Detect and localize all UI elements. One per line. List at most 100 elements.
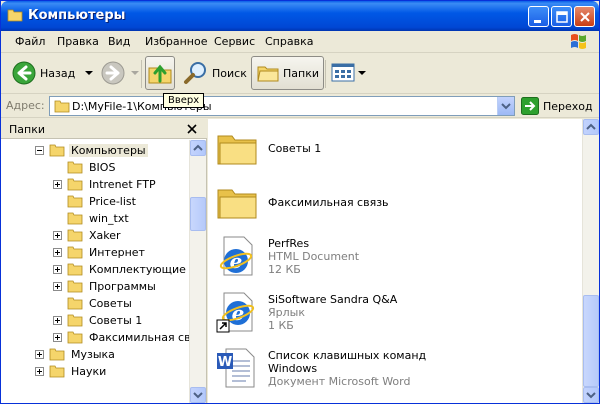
tree-item[interactable]: Науки <box>35 363 108 380</box>
tree-item[interactable]: Комплектующие <box>53 261 188 278</box>
tree-item[interactable]: win_txt <box>67 210 131 227</box>
file-name-line2: Windows <box>268 361 318 375</box>
tree-item[interactable]: Советы <box>67 295 134 312</box>
ie-shortcut-icon: e <box>216 292 255 333</box>
menu-edit[interactable]: Правка <box>57 35 99 48</box>
list-item[interactable]: Факсимильная связь <box>216 181 389 223</box>
list-item[interactable]: e PerfRes HTML Document 12 КБ <box>216 235 359 277</box>
explorer-window: Компьютеры Файл Правка Вид Избранное Сер… <box>0 0 600 404</box>
file-type: Ярлык <box>268 305 305 319</box>
scroll-thumb[interactable] <box>190 197 206 231</box>
search-button[interactable]: Поиск <box>183 56 247 90</box>
file-size: 1 КБ <box>268 318 294 332</box>
tree-item-label: Price-list <box>89 195 136 208</box>
expand-icon[interactable] <box>53 180 62 189</box>
chevron-down-icon[interactable] <box>83 67 95 79</box>
tree-item[interactable]: Интернет <box>53 244 147 261</box>
scroll-up-button[interactable] <box>583 119 599 135</box>
expand-icon[interactable] <box>35 350 44 359</box>
up-button[interactable] <box>145 56 175 90</box>
expand-icon[interactable] <box>53 231 62 240</box>
menu-tools[interactable]: Сервис <box>214 35 255 48</box>
list-item[interactable]: e SiSoftware Sandra Q&A Ярлык 1 КБ <box>216 291 397 333</box>
file-list-scrollbar[interactable] <box>582 119 599 403</box>
folders-scrollbar[interactable] <box>189 140 206 403</box>
folder-icon <box>49 365 65 378</box>
folder-icon <box>217 189 257 219</box>
collapse-icon[interactable] <box>35 146 44 155</box>
expand-icon[interactable] <box>35 367 44 376</box>
ie-document-icon: e <box>219 236 253 276</box>
chevron-down-icon[interactable] <box>357 67 367 79</box>
tree-item[interactable]: Price-list <box>67 193 138 210</box>
minimize-button[interactable] <box>528 6 549 27</box>
tree-item-label: Советы 1 <box>89 314 143 327</box>
folder-icon <box>54 100 70 113</box>
scroll-up-button[interactable] <box>190 140 206 156</box>
search-icon <box>184 62 206 84</box>
tree-item[interactable]: Компьютеры <box>35 142 148 159</box>
scroll-down-button[interactable] <box>583 387 599 403</box>
file-name: PerfRes <box>268 236 310 250</box>
up-tooltip: Вверх <box>163 93 205 108</box>
file-name: Список клавишных команд <box>268 348 427 362</box>
maximize-button[interactable] <box>551 6 572 27</box>
tree-item[interactable]: Intrenet FTP <box>53 176 158 193</box>
tree-item[interactable]: Музыка <box>35 346 117 363</box>
menu-favorites[interactable]: Избранное <box>145 35 207 48</box>
folder-icon <box>217 135 257 165</box>
tree-item-label: Компьютеры <box>69 144 148 157</box>
forward-button[interactable] <box>100 56 140 90</box>
address-dropdown[interactable] <box>497 97 514 115</box>
menu-file[interactable]: Файл <box>15 35 45 48</box>
expand-icon[interactable] <box>53 265 62 274</box>
title-bar[interactable]: Компьютеры <box>1 1 599 31</box>
scroll-down-button[interactable] <box>190 387 206 403</box>
tree-item-label: BIOS <box>89 161 116 174</box>
expand-icon[interactable] <box>53 316 62 325</box>
tree-item-label: Музыка <box>71 348 115 361</box>
back-button[interactable]: Назад <box>11 56 95 90</box>
menu-view[interactable]: Вид <box>108 35 130 48</box>
tree-item-label: win_txt <box>89 212 129 225</box>
menu-help[interactable]: Справка <box>265 35 313 48</box>
folder-icon <box>67 280 83 293</box>
address-input[interactable]: D:\MyFile-1\Компьютеры <box>49 96 515 116</box>
folders-label: Папки <box>283 66 319 80</box>
tree-item-label: Комплектующие <box>89 263 186 276</box>
windows-logo-icon <box>571 34 586 49</box>
address-label: Адрес: <box>6 99 45 112</box>
folder-icon <box>67 161 83 174</box>
list-item[interactable]: Советы 1 <box>216 127 321 169</box>
folder-tree: Компьютеры BIOS Intrenet FTP Price-list win_… <box>1 140 189 403</box>
chevron-down-icon[interactable] <box>130 67 140 79</box>
expand-icon[interactable] <box>53 282 62 291</box>
tree-item[interactable]: Факсимильная связь <box>53 329 189 346</box>
tree-item[interactable]: Программы <box>53 278 158 295</box>
file-name: Советы 1 <box>268 141 322 155</box>
forward-arrow-icon <box>101 61 125 85</box>
tree-item[interactable]: BIOS <box>67 159 117 176</box>
chevron-up-icon <box>586 123 596 130</box>
chevron-down-icon <box>501 103 511 110</box>
expand-icon[interactable] <box>53 248 62 257</box>
scroll-thumb[interactable] <box>583 295 599 387</box>
folders-button[interactable]: Папки <box>251 56 324 90</box>
views-button[interactable] <box>331 56 367 90</box>
tree-item[interactable]: Xaker <box>53 227 123 244</box>
go-button[interactable]: Переход <box>521 97 593 115</box>
tree-item-label: Xaker <box>89 229 121 242</box>
open-folder-icon <box>49 144 65 157</box>
folder-up-icon <box>148 64 172 84</box>
folders-pane: Папки Компьютеры BIOS Intrenet FTP Price-li… <box>1 119 207 403</box>
chevron-down-icon <box>193 392 203 399</box>
toolbar: Назад Поиск Папки <box>1 54 599 94</box>
close-button[interactable] <box>574 6 595 27</box>
list-item[interactable]: W Список клавишных команд Windows Докуме… <box>216 347 426 389</box>
tree-item[interactable]: Советы 1 <box>53 312 144 329</box>
expand-icon[interactable] <box>53 333 62 342</box>
tree-item-label: Intrenet FTP <box>89 178 156 191</box>
close-icon[interactable] <box>185 122 199 136</box>
folder-icon <box>67 195 83 208</box>
go-label: Переход <box>543 99 593 113</box>
